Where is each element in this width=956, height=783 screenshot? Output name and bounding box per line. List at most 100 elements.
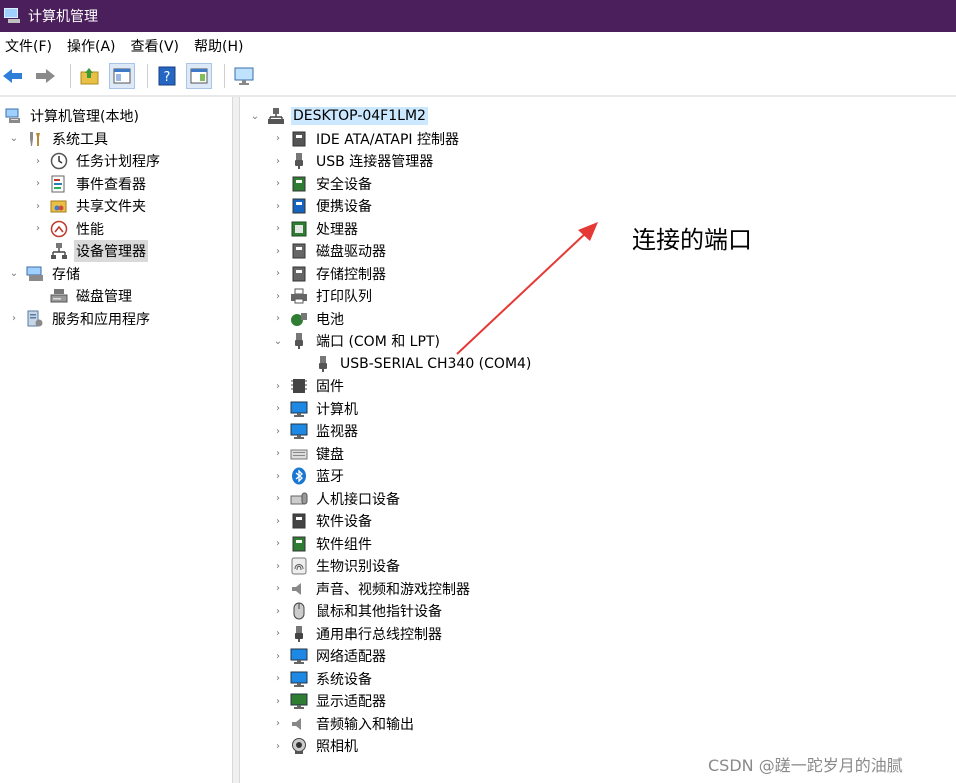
device-category[interactable]: › 网络适配器	[272, 645, 388, 667]
device-category[interactable]: › IDE ATA/ATAPI 控制器	[272, 128, 461, 150]
device-category[interactable]: › 人机接口设备	[272, 488, 402, 510]
device-category[interactable]: › 软件设备	[272, 510, 374, 532]
expand-chevron-icon[interactable]: ›	[272, 223, 284, 235]
pane-splitter[interactable]	[232, 97, 240, 783]
tree-item-label: 磁盘驱动器	[316, 244, 386, 260]
nav-item[interactable]: ⌄ 系统工具	[8, 128, 110, 150]
port-icon	[314, 355, 332, 373]
expand-chevron-icon[interactable]: ›	[272, 718, 284, 730]
device-category[interactable]: › 系统设备	[272, 668, 374, 690]
expand-chevron-icon[interactable]: ›	[272, 673, 284, 685]
device-category[interactable]: › 照相机	[272, 735, 360, 757]
expand-chevron-icon[interactable]: ›	[272, 178, 284, 190]
computer-management-icon	[4, 107, 22, 125]
expand-chevron-icon[interactable]: ›	[272, 628, 284, 640]
device-category[interactable]: ⌄ 端口 (COM 和 LPT)	[272, 330, 442, 352]
device-category[interactable]: › 处理器	[272, 218, 360, 240]
expand-chevron-icon[interactable]: ›	[272, 313, 284, 325]
menu-help[interactable]: 帮助(H)	[189, 36, 253, 56]
expand-chevron-icon[interactable]: ›	[32, 223, 44, 235]
expand-chevron-icon[interactable]: ›	[272, 515, 284, 527]
menu-action[interactable]: 操作(A)	[62, 36, 126, 56]
menu-file[interactable]: 文件(F)	[0, 36, 62, 56]
device-category[interactable]: › 安全设备	[272, 173, 374, 195]
nav-item[interactable]: › 共享文件夹	[32, 195, 148, 217]
help-button[interactable]: ?	[154, 63, 180, 89]
device-tree: ⌄ DESKTOP-04F1LM2 › IDE ATA/ATAPI 控制器 › USB 连…	[241, 102, 956, 783]
watermark: CSDN @蹉一跎岁月的油腻	[708, 756, 903, 775]
scan-hardware-button[interactable]	[231, 63, 257, 89]
expand-chevron-icon[interactable]: ›	[32, 155, 44, 167]
back-button[interactable]	[0, 63, 26, 89]
tree-item-label: 处理器	[316, 221, 358, 238]
expand-chevron-icon[interactable]: ›	[272, 268, 284, 280]
menu-view[interactable]: 查看(V)	[126, 36, 190, 56]
expand-chevron-icon[interactable]: ›	[272, 583, 284, 595]
nav-item[interactable]: ⌄ 存储	[8, 263, 82, 285]
expand-chevron-icon[interactable]: ›	[272, 448, 284, 460]
expand-chevron-icon[interactable]: ›	[272, 470, 284, 482]
collapse-chevron-icon[interactable]: ⌄	[8, 268, 20, 280]
computer-management-icon	[4, 8, 22, 24]
device-category[interactable]: › 计算机	[272, 398, 360, 420]
device-category[interactable]: › 打印队列	[272, 285, 374, 307]
device-category[interactable]: › 电池	[272, 308, 346, 330]
expand-chevron-icon[interactable]: ›	[272, 560, 284, 572]
up-folder-button[interactable]	[77, 63, 103, 89]
nav-item[interactable]: › 性能	[32, 218, 106, 240]
device-category[interactable]: › 通用串行总线控制器	[272, 623, 444, 645]
tree-item-label: 端口 (COM 和 LPT)	[316, 334, 440, 350]
expand-chevron-icon[interactable]: ›	[272, 133, 284, 145]
device-category[interactable]: › 音频输入和输出	[272, 713, 416, 735]
device-category[interactable]: › 显示适配器	[272, 690, 388, 712]
expand-chevron-icon[interactable]: ›	[272, 425, 284, 437]
expand-chevron-icon[interactable]: ›	[8, 313, 20, 325]
nav-item[interactable]: › 服务和应用程序	[8, 308, 152, 330]
collapse-chevron-icon[interactable]: ⌄	[8, 133, 20, 145]
device-category[interactable]: › 固件	[272, 375, 346, 397]
expand-chevron-icon[interactable]: ›	[272, 605, 284, 617]
console-tree: 计算机管理(本地) ⌄ 系统工具 › 任务计划程序 › 事件查看器 › 共享文件夹 › 性能 设备管理…	[0, 102, 232, 783]
device-category[interactable]: › 存储控制器	[272, 263, 388, 285]
collapse-chevron-icon[interactable]: ⌄	[272, 335, 284, 347]
device-category[interactable]: › 监视器	[272, 420, 360, 442]
show-action-pane-button[interactable]	[186, 63, 212, 89]
expand-chevron-icon[interactable]: ›	[32, 178, 44, 190]
device-category[interactable]: › 键盘	[272, 443, 346, 465]
nav-item[interactable]: › 任务计划程序	[32, 150, 162, 172]
show-console-tree-button[interactable]	[109, 63, 135, 89]
tree-item-label: 服务和应用程序	[52, 311, 150, 328]
device-category[interactable]: › 软件组件	[272, 533, 374, 555]
nav-item[interactable]: 计算机管理(本地)	[4, 105, 141, 127]
sound-icon	[290, 580, 308, 598]
expand-chevron-icon[interactable]: ›	[272, 493, 284, 505]
expand-chevron-icon[interactable]: ›	[272, 538, 284, 550]
device-category[interactable]: › 声音、视频和游戏控制器	[272, 578, 472, 600]
expand-chevron-icon[interactable]: ›	[32, 200, 44, 212]
expand-chevron-icon[interactable]: ›	[272, 290, 284, 302]
device-category[interactable]: › 鼠标和其他指针设备	[272, 600, 444, 622]
expand-chevron-icon[interactable]: ›	[272, 200, 284, 212]
device-category[interactable]: › USB 连接器管理器	[272, 150, 435, 172]
expand-chevron-icon[interactable]: ›	[272, 695, 284, 707]
device-category[interactable]: › 便携设备	[272, 195, 374, 217]
device-category[interactable]: › 蓝牙	[272, 465, 346, 487]
expand-chevron-icon[interactable]: ›	[272, 245, 284, 257]
device-item[interactable]: USB-SERIAL CH340 (COM4)	[296, 353, 533, 375]
device-category[interactable]: › 生物识别设备	[272, 555, 402, 577]
collapse-chevron-icon[interactable]: ⌄	[249, 110, 261, 122]
device-tree-root[interactable]: ⌄ DESKTOP-04F1LM2	[249, 105, 428, 127]
nav-item[interactable]: 磁盘管理	[32, 285, 134, 307]
forward-button[interactable]	[32, 63, 58, 89]
expand-chevron-icon[interactable]: ›	[272, 403, 284, 415]
expand-chevron-icon[interactable]: ›	[272, 740, 284, 752]
expand-chevron-icon[interactable]: ›	[272, 155, 284, 167]
nav-item[interactable]: › 事件查看器	[32, 173, 148, 195]
battery-icon	[290, 310, 308, 328]
device-category[interactable]: › 磁盘驱动器	[272, 240, 388, 262]
expand-chevron-icon[interactable]: ›	[272, 380, 284, 392]
tree-item-label: 键盘	[316, 446, 344, 463]
nav-item[interactable]: 设备管理器	[32, 240, 148, 262]
folder-up-icon	[80, 68, 99, 85]
expand-chevron-icon[interactable]: ›	[272, 650, 284, 662]
